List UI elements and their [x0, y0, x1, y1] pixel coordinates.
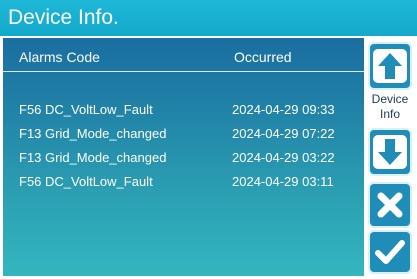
alarm-code: F13 Grid_Mode_changed [19, 126, 167, 141]
arrow-down-icon [373, 135, 407, 169]
table-header: Alarms Code Occurred [3, 38, 364, 72]
column-header-occurred: Occurred [234, 49, 292, 65]
alarm-code: F13 Grid_Mode_changed [19, 150, 167, 165]
alarms-table: Alarms Code Occurred F56 DC_VoltLow_Faul… [3, 38, 364, 276]
confirm-button[interactable] [368, 230, 412, 274]
title-bar: Device Info. [0, 0, 417, 36]
page-title: Device Info. [8, 6, 119, 29]
alarm-time: 2024-04-29 03:11 [232, 174, 334, 189]
scroll-up-button[interactable] [368, 42, 412, 90]
close-icon [377, 192, 403, 218]
table-row[interactable]: F13 Grid_Mode_changed 2024-04-29 07:22 [3, 122, 364, 146]
arrow-up-icon [373, 49, 407, 83]
device-info-label: Device Info [371, 92, 409, 121]
alarm-code: F56 DC_VoltLow_Fault [19, 102, 153, 117]
alarm-code: F56 DC_VoltLow_Fault [19, 174, 153, 189]
device-info-screen: Device Info. Alarms Code Occurred F56 DC… [0, 0, 417, 279]
alarm-time: 2024-04-29 09:33 [232, 102, 335, 117]
sidebar: Device Info [366, 38, 414, 276]
scroll-down-button[interactable] [368, 128, 412, 176]
table-row[interactable]: F56 DC_VoltLow_Fault 2024-04-29 03:11 [3, 170, 364, 194]
header-divider [3, 71, 364, 72]
table-row[interactable]: F56 DC_VoltLow_Fault 2024-04-29 09:33 [3, 98, 364, 122]
cancel-button[interactable] [368, 182, 412, 228]
table-row[interactable]: F13 Grid_Mode_changed 2024-04-29 03:22 [3, 146, 364, 170]
check-icon [375, 240, 405, 264]
alarm-time: 2024-04-29 03:22 [232, 150, 335, 165]
alarm-time: 2024-04-29 07:22 [232, 126, 335, 141]
column-header-alarms-code: Alarms Code [19, 49, 100, 65]
